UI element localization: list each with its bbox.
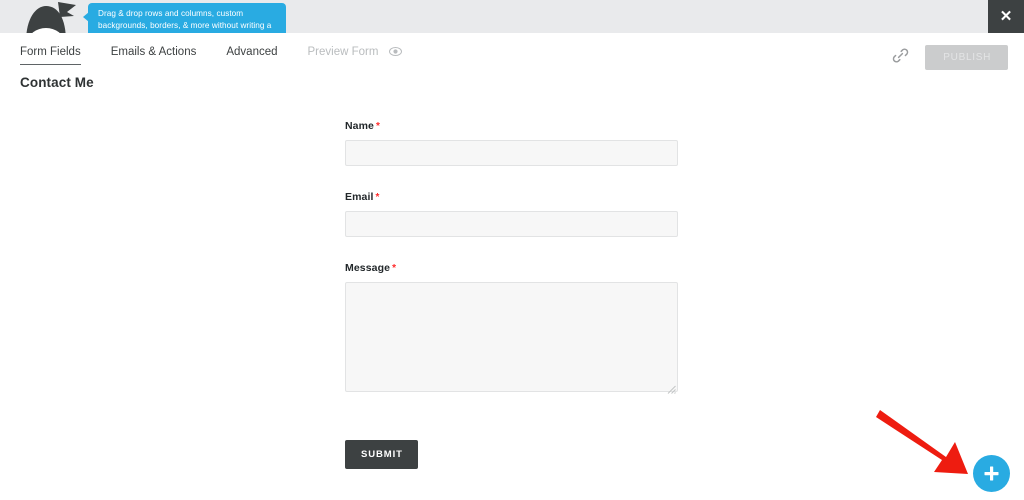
form-canvas: Name * Email * Message * SUBMIT [345, 120, 678, 469]
chain-link-icon[interactable] [892, 47, 909, 69]
close-icon: ✕ [999, 8, 1013, 25]
tab-emails-actions[interactable]: Emails & Actions [111, 46, 197, 64]
required-indicator: * [392, 263, 397, 274]
tab-advanced[interactable]: Advanced [226, 46, 277, 64]
required-indicator: * [376, 121, 380, 132]
email-input[interactable] [345, 211, 678, 237]
publish-button[interactable]: PUBLISH [925, 45, 1008, 70]
tab-advanced-label: Advanced [226, 46, 278, 58]
email-field-label: Email * [345, 191, 678, 203]
form-field-name: Name * [345, 120, 678, 166]
tab-emails-actions-label: Emails & Actions [110, 46, 197, 58]
name-label-text: Name [345, 120, 374, 132]
add-field-button[interactable] [973, 455, 1010, 492]
message-textarea-wrapper [345, 282, 678, 394]
close-button[interactable]: ✕ [988, 0, 1024, 33]
name-input[interactable] [345, 140, 678, 166]
tab-bar: Form Fields Emails & Actions Advanced Pr… [20, 46, 432, 65]
form-field-message: Message * [345, 262, 678, 394]
eye-icon [388, 47, 402, 59]
message-label-text: Message [345, 262, 391, 274]
page-title: Contact Me [20, 75, 94, 90]
plus-icon [984, 466, 999, 481]
builder-header: Form Fields Emails & Actions Advanced Pr… [0, 33, 1024, 78]
tab-preview-form[interactable]: Preview Form [308, 46, 402, 65]
tab-preview-form-label: Preview Form [307, 46, 379, 58]
tab-form-fields-label: Form Fields [20, 46, 81, 58]
submit-button[interactable]: SUBMIT [345, 440, 418, 469]
message-field-label: Message * [345, 262, 678, 274]
name-field-label: Name * [345, 120, 678, 132]
message-textarea[interactable] [345, 282, 678, 392]
tab-form-fields[interactable]: Form Fields [20, 46, 81, 65]
header-actions: PUBLISH [892, 45, 1008, 70]
form-field-email: Email * [345, 191, 678, 237]
required-indicator: * [375, 192, 380, 203]
email-label-text: Email [345, 191, 374, 203]
